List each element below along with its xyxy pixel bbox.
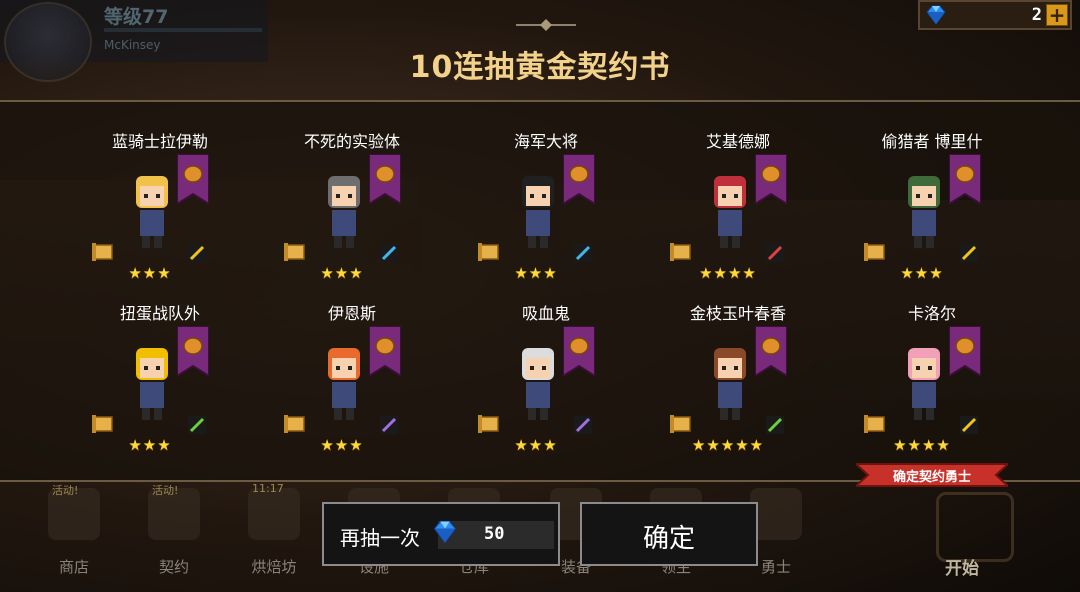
nav-badge: 活动! — [152, 484, 179, 497]
star-rating: ★★★★ — [699, 264, 757, 282]
nav-badge: 11:17 — [252, 482, 284, 495]
axe-icon — [574, 244, 592, 262]
star-rating: ★★★ — [900, 264, 944, 282]
scroll-icon — [92, 415, 113, 433]
diamond-icon — [433, 520, 457, 544]
hero-portrait-icon — [522, 348, 554, 420]
draw-again-label: 再抽一次 — [340, 526, 420, 550]
hero-card[interactable]: 艾基德娜 ★★★★ — [648, 128, 828, 298]
hero-card[interactable]: 金枝玉叶春香 ★★★★★ — [648, 300, 828, 470]
hero-card[interactable]: 伊恩斯 ★★★ — [262, 300, 442, 470]
hero-name: 艾基德娜 — [705, 132, 770, 151]
sword-icon — [960, 244, 978, 262]
hero-portrait-icon — [136, 176, 168, 248]
claw-icon — [766, 416, 784, 434]
scroll-icon — [478, 243, 499, 261]
star-rating: ★★★★★ — [691, 436, 765, 454]
staff-icon — [380, 416, 398, 434]
diamond-icon — [926, 5, 946, 25]
hero-card[interactable]: 海军大将 ★★★ — [456, 128, 636, 298]
hero-name: 吸血鬼 — [521, 304, 570, 323]
nav-label: 契约 — [158, 558, 189, 576]
hero-name: 偷猎者 博里什 — [881, 132, 983, 151]
player-level: 等级77 — [104, 6, 169, 28]
nav-badge: 活动! — [52, 484, 79, 497]
nav-item[interactable]: 活动! 商店 — [32, 480, 112, 592]
nav-label: 商店 — [58, 558, 89, 576]
hero-portrait-icon — [522, 176, 554, 248]
draw-cost: 50 — [484, 524, 505, 544]
hero-portrait-icon — [328, 176, 360, 248]
hero-portrait-icon — [908, 176, 940, 248]
title-ornament-icon — [516, 19, 576, 31]
hero-portrait-icon — [714, 176, 746, 248]
crossed-swords-icon — [766, 244, 784, 262]
start-button[interactable]: 开始 — [896, 480, 1056, 592]
hero-portrait-icon — [908, 348, 940, 420]
hero-card[interactable]: 卡洛尔 ★★★★ — [842, 300, 1022, 470]
scroll-icon — [670, 243, 691, 261]
staff-icon — [574, 416, 592, 434]
dialog-title: 10连抽黄金契约书 — [409, 50, 671, 85]
scroll-icon — [478, 415, 499, 433]
gem-count: 2 — [1031, 5, 1042, 25]
scroll-icon — [284, 243, 305, 261]
star-rating: ★★★ — [320, 264, 364, 282]
star-rating: ★★★ — [128, 264, 172, 282]
confirm-label: 确定 — [642, 524, 695, 554]
scroll-icon — [670, 415, 691, 433]
hero-card[interactable]: 不死的实验体 ★★★ — [262, 128, 442, 298]
nav-icon — [248, 488, 300, 540]
nav-item[interactable]: 活动! 契约 — [132, 480, 212, 592]
claw-icon — [188, 416, 206, 434]
hero-card[interactable]: 扭蛋战队外 ★★★ — [70, 300, 250, 470]
scroll-icon — [864, 243, 885, 261]
draw-again-button[interactable]: 再抽一次 50 — [322, 502, 560, 566]
hero-name: 伊恩斯 — [327, 304, 376, 323]
confirm-button[interactable]: 确定 — [580, 502, 758, 566]
hero-portrait-icon — [714, 348, 746, 420]
star-rating: ★★★ — [514, 264, 558, 282]
exp-bar — [104, 28, 262, 32]
scroll-icon — [92, 243, 113, 261]
hero-name: 扭蛋战队外 — [119, 304, 200, 323]
hero-name: 不死的实验体 — [303, 132, 400, 151]
add-gems-button[interactable]: + — [1046, 4, 1068, 26]
start-icon — [936, 492, 1014, 562]
nav-item[interactable]: 11:17 烘焙坊 — [232, 480, 312, 592]
hero-portrait-icon — [328, 348, 360, 420]
star-rating: ★★★★ — [893, 436, 951, 454]
hero-card[interactable]: 吸血鬼 ★★★ — [456, 300, 636, 470]
hero-name: 金枝玉叶春香 — [689, 304, 786, 323]
hero-card[interactable]: 偷猎者 博里什 ★★★ — [842, 128, 1022, 298]
hero-name: 蓝骑士拉伊勒 — [111, 132, 208, 151]
hero-portrait-icon — [136, 348, 168, 420]
sword-icon — [960, 416, 978, 434]
axe-icon — [380, 244, 398, 262]
start-label: 开始 — [945, 559, 979, 579]
hero-name: 海军大将 — [513, 132, 578, 151]
star-rating: ★★★ — [514, 436, 558, 454]
nav-label: 烘焙坊 — [251, 558, 297, 576]
star-rating: ★★★ — [320, 436, 364, 454]
scroll-icon — [284, 415, 305, 433]
scroll-icon — [864, 415, 885, 433]
sword-icon — [188, 244, 206, 262]
hero-card[interactable]: 蓝骑士拉伊勒 ★★★ — [70, 128, 250, 298]
star-rating: ★★★ — [128, 436, 172, 454]
hero-name: 卡洛尔 — [907, 304, 956, 323]
gem-counter: 2 + — [918, 0, 1072, 30]
